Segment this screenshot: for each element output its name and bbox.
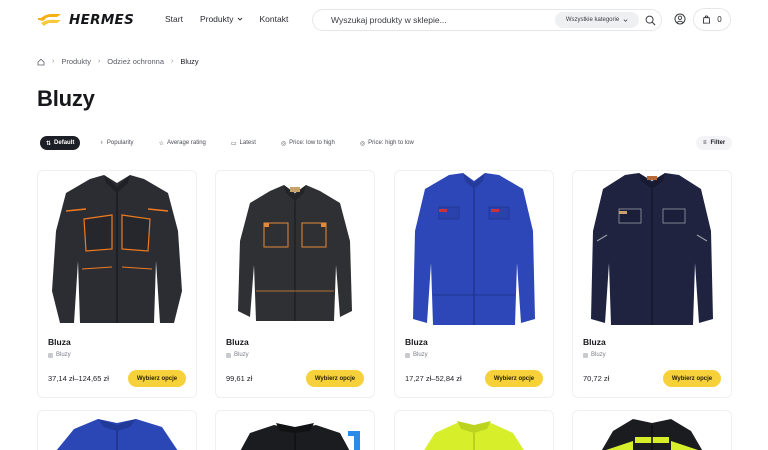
cart-icon <box>703 15 711 24</box>
product-price: 37,14 zł–124,65 zł <box>48 374 109 383</box>
product-name[interactable]: Bluza <box>48 337 71 347</box>
sort-latest[interactable]: ▭ Latest <box>225 136 262 150</box>
product-card[interactable] <box>394 410 554 450</box>
user-icon[interactable] <box>674 13 686 25</box>
nav-produkty[interactable]: Produkty <box>200 14 243 24</box>
search-bar: Wszystkie kategorie <box>312 9 662 31</box>
product-name[interactable]: Bluza <box>226 337 249 347</box>
product-image-jacket-navy[interactable] <box>573 171 731 331</box>
chevron-right-icon: › <box>52 58 55 65</box>
logo-mark-icon <box>38 13 61 26</box>
product-price: 99,61 zł <box>226 374 253 383</box>
sort-default-label: Default <box>54 140 75 146</box>
category-icon <box>48 352 53 358</box>
category-select-label: Wszystkie kategorie <box>565 17 620 23</box>
product-category-label: Bluzy <box>413 352 428 358</box>
product-image-jacket-blue[interactable] <box>395 171 553 331</box>
choose-options-button[interactable]: Wybierz opcje <box>306 370 364 387</box>
search-input[interactable] <box>331 10 551 30</box>
breadcrumb-produkty[interactable]: Produkty <box>61 57 91 66</box>
product-card[interactable]: Bluza Bluzy 17,27 zł–52,84 zł Wybierz op… <box>394 170 554 398</box>
product-price: 70,72 zł <box>583 374 610 383</box>
product-image-jacket-black-hi-vis[interactable] <box>573 411 731 450</box>
main-nav: Start Produkty Kontakt <box>165 14 288 24</box>
nav-start-label: Start <box>165 14 183 24</box>
chevron-right-icon: › <box>171 58 174 65</box>
cart-button[interactable]: 0 <box>693 8 731 31</box>
price-icon: ◎ <box>359 140 366 147</box>
product-image-jacket-blue-2[interactable] <box>38 411 196 450</box>
breadcrumb: › Produkty › Odzież ochronna › Bluzy <box>37 57 199 66</box>
product-category[interactable]: Bluzy <box>226 352 249 358</box>
home-icon[interactable] <box>37 58 45 66</box>
filter-button[interactable]: ≡ Filter <box>696 136 733 150</box>
price-icon: ◎ <box>280 140 287 147</box>
product-category[interactable]: Bluzy <box>48 352 71 358</box>
choose-options-button[interactable]: Wybierz opcje <box>663 370 721 387</box>
sort-lines-icon: ⇅ <box>46 140 52 147</box>
lightbulb-icon: ♁ <box>99 140 104 146</box>
choose-options-button[interactable]: Wybierz opcje <box>128 370 186 387</box>
chevron-right-icon: › <box>97 58 101 65</box>
star-icon: ☆ <box>158 140 164 147</box>
sort-price-low-high[interactable]: ◎ Price: low to high <box>275 136 341 150</box>
sort-price-high-low-label: Price: high to low <box>368 140 414 146</box>
sort-price-low-high-label: Price: low to high <box>289 140 335 146</box>
sort-latest-label: Latest <box>239 140 256 146</box>
product-image-jacket-black[interactable] <box>216 411 374 450</box>
product-category-label: Bluzy <box>56 352 71 358</box>
breadcrumb-current: Bluzy <box>180 57 199 66</box>
sort-default[interactable]: ⇅ Default <box>40 136 81 150</box>
search-icon[interactable] <box>645 15 656 26</box>
product-image-hi-vis-jacket[interactable] <box>395 411 553 450</box>
nav-start[interactable]: Start <box>165 14 183 24</box>
product-card[interactable]: Bluza Bluzy 37,14 zł–124,65 zł Wybierz o… <box>37 170 197 398</box>
chevron-down-icon <box>237 17 242 21</box>
category-icon <box>405 352 410 358</box>
calendar-icon: ▭ <box>230 140 237 147</box>
chevron-down-icon <box>623 18 628 22</box>
product-card[interactable] <box>37 410 197 450</box>
product-price: 17,27 zł–52,84 zł <box>405 374 462 383</box>
product-card[interactable] <box>572 410 732 450</box>
brand-name: HERMES <box>69 12 135 28</box>
page-title: Bluzy <box>37 86 95 111</box>
sort-price-high-low[interactable]: ◎ Price: high to low <box>354 136 420 150</box>
category-icon <box>583 352 588 358</box>
nav-kontakt-label: Kontakt <box>259 14 289 24</box>
sort-popularity-label: Popularity <box>106 140 134 146</box>
product-card[interactable]: Bluza Bluzy 99,61 zł Wybierz opcje <box>215 170 375 398</box>
product-image-jacket-dark-gray[interactable] <box>216 171 374 331</box>
sort-average-rating[interactable]: ☆ Average rating <box>153 136 212 150</box>
product-card[interactable] <box>215 410 375 450</box>
sort-bar: ⇅ Default ♁ Popularity ☆ Average rating … <box>40 136 420 150</box>
cart-count: 0 <box>717 15 722 24</box>
choose-options-button[interactable]: Wybierz opcje <box>485 370 543 387</box>
filter-label: Filter <box>710 140 726 146</box>
site-header: HERMES Start Produkty Kontakt Wszystkie … <box>0 0 768 40</box>
category-icon <box>226 352 231 358</box>
sort-popularity[interactable]: ♁ Popularity <box>93 136 139 150</box>
category-select[interactable]: Wszystkie kategorie <box>555 12 639 28</box>
product-category[interactable]: Bluzy <box>583 352 606 358</box>
filter-icon: ≡ <box>703 140 707 146</box>
breadcrumb-odziez-ochronna[interactable]: Odzież ochronna <box>107 57 164 66</box>
nav-produkty-label: Produkty <box>199 14 234 24</box>
sort-average-rating-label: Average rating <box>166 140 206 146</box>
product-category[interactable]: Bluzy <box>405 352 428 358</box>
product-card[interactable]: Bluza Bluzy 70,72 zł Wybierz opcje <box>572 170 732 398</box>
product-category-label: Bluzy <box>591 352 606 358</box>
product-category-label: Bluzy <box>234 352 249 358</box>
product-name[interactable]: Bluza <box>583 337 606 347</box>
product-image-jacket-black-orange[interactable] <box>38 171 196 331</box>
product-name[interactable]: Bluza <box>405 337 428 347</box>
logo[interactable]: HERMES <box>37 11 134 29</box>
nav-kontakt[interactable]: Kontakt <box>260 14 289 24</box>
